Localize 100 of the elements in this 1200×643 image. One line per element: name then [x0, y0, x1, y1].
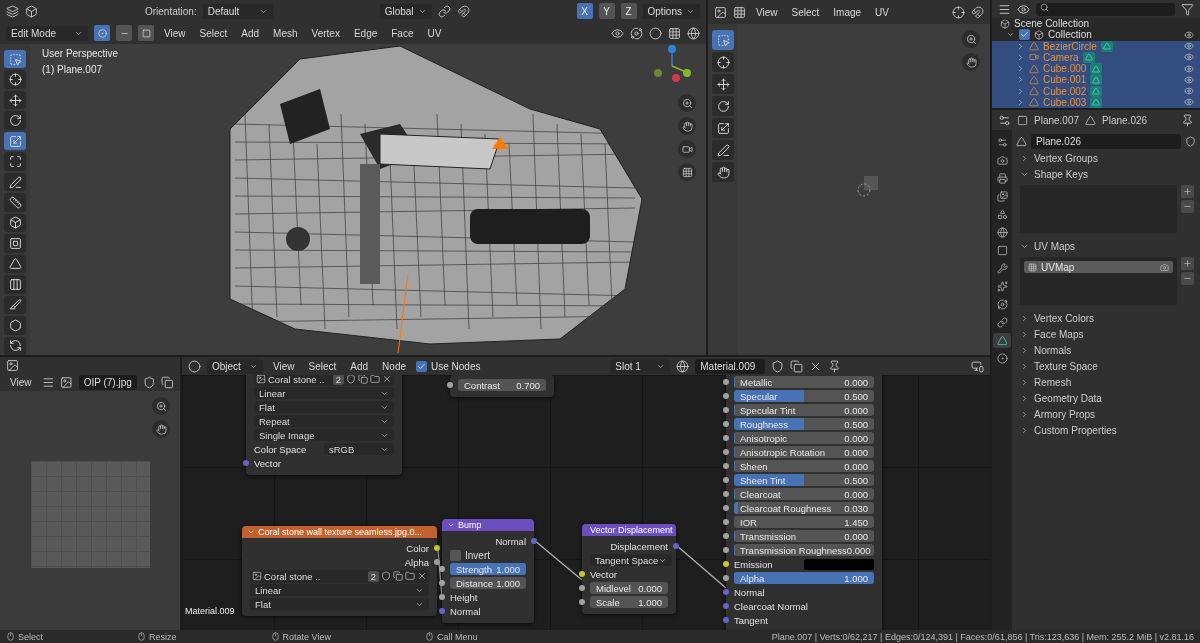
outliner-row[interactable]: BezierCircle: [992, 40, 1200, 52]
value-slider[interactable]: Roughness 0.500: [734, 418, 874, 430]
mesh-name: Plane.026: [1102, 114, 1148, 126]
menu-item[interactable]: UV: [871, 4, 893, 20]
dropdown[interactable]: Linear: [254, 387, 394, 399]
number-field[interactable]: IOR 1.450: [734, 516, 874, 528]
panel-header[interactable]: Texture Space: [1016, 359, 1196, 373]
orientation-label: Orientation:: [144, 5, 197, 17]
number-field[interactable]: Scale 1.000: [590, 596, 668, 608]
axis-toggle[interactable]: Y: [598, 3, 615, 19]
socket-label: Normal: [734, 586, 765, 598]
frame-label: Material.009: [185, 606, 235, 616]
panel-header[interactable]: UV Maps: [1016, 239, 1196, 253]
menu-item[interactable]: Image: [829, 4, 866, 20]
shader-node[interactable]: Contrast 0.700: [450, 375, 554, 397]
outliner-item[interactable]: Collection: [1048, 29, 1092, 41]
dropdown[interactable]: Flat: [250, 598, 429, 610]
outliner-item: Cube.001: [1043, 74, 1087, 86]
number-field[interactable]: Midlevel 0.000: [590, 582, 668, 594]
transform-dropdown[interactable]: Global: [379, 3, 432, 19]
use-nodes-checkbox[interactable]: Use Nodes: [416, 360, 481, 372]
view-menu[interactable]: View: [6, 374, 36, 390]
viewport-info: (1) Plane.007: [42, 64, 104, 75]
menu-item[interactable]: Node: [378, 358, 410, 374]
list-item[interactable]: UVMap: [1024, 261, 1173, 273]
value-slider[interactable]: Clearcoat 0.000: [734, 488, 874, 500]
socket-label: Alpha: [404, 556, 429, 568]
panel-header[interactable]: Geometry Data: [1016, 391, 1196, 405]
value-slider[interactable]: Anisotropic Rotation 0.000: [734, 446, 874, 458]
shader-node[interactable]: Bump Normal Invert Strength 1.000 Distance 1.000 Height Normal: [442, 519, 534, 623]
menu-item[interactable]: View: [269, 358, 299, 374]
dropdown[interactable]: Tangent Space: [590, 554, 673, 566]
dropdown[interactable]: Flat: [254, 401, 394, 413]
checkbox[interactable]: Invert: [450, 549, 490, 561]
value-slider[interactable]: Transmission 0.000: [734, 530, 874, 542]
orientation-dropdown[interactable]: Default: [202, 3, 273, 19]
node-title: Vector Displacement: [590, 525, 673, 535]
panel-header[interactable]: Normals: [1016, 343, 1196, 357]
menu-item[interactable]: View: [752, 4, 782, 20]
socket-label: Vector: [590, 568, 617, 580]
panel-header[interactable]: Face Maps: [1016, 327, 1196, 341]
dropdown[interactable]: Linear: [250, 584, 429, 596]
outliner-row[interactable]: Cube.002: [992, 85, 1200, 97]
menu-item[interactable]: Add: [237, 25, 264, 41]
slot-dropdown[interactable]: Slot 1: [610, 358, 671, 374]
panel-header[interactable]: Vertex Groups: [1016, 151, 1196, 165]
panel-header[interactable]: Vertex Colors: [1016, 311, 1196, 325]
menu-item[interactable]: UV: [423, 25, 446, 41]
shader-node[interactable]: Coral stone .. 2 Linear Flat Repeat Single Image Color Space sRGB Vector: [246, 375, 402, 475]
menu-item[interactable]: Face: [387, 25, 418, 41]
value-slider[interactable]: Strength 1.000: [450, 563, 526, 575]
value-slider[interactable]: Clearcoat Roughness 0.030: [734, 502, 874, 514]
viewport-info: User Perspective: [42, 48, 119, 59]
socket-label: Color: [406, 542, 429, 554]
value-slider[interactable]: Metallic 0.000: [734, 376, 874, 388]
status-hint: Call Menu: [424, 631, 478, 642]
status-hint: Rotate View: [270, 631, 331, 642]
menu-item[interactable]: Edge: [349, 25, 382, 41]
panel-header[interactable]: Armory Props: [1016, 407, 1196, 421]
number-field[interactable]: Contrast 0.700: [458, 379, 546, 391]
options-dropdown[interactable]: Options: [642, 3, 700, 19]
value-slider[interactable]: Alpha 1.000: [734, 572, 874, 584]
material-field[interactable]: Material.009: [695, 358, 766, 374]
value-slider[interactable]: Transmission Roughness0.000: [734, 544, 874, 556]
panel-header[interactable]: Custom Properties: [1016, 423, 1196, 437]
menu-item[interactable]: View: [160, 25, 190, 41]
socket-label: Vector: [254, 457, 281, 469]
shader-node[interactable]: Vector Displacement Displacement Tangent Space Vector Midlevel 0.000 Scale 1.000: [582, 524, 676, 614]
menu-item[interactable]: Add: [346, 358, 373, 374]
menu-item[interactable]: Vertex: [307, 25, 344, 41]
axis-toggle[interactable]: X: [576, 3, 593, 19]
number-field[interactable]: Distance 1.000: [450, 577, 526, 589]
panel-header[interactable]: Shape Keys: [1016, 167, 1196, 181]
mode-dropdown[interactable]: Edit Mode: [6, 25, 88, 41]
dropdown[interactable]: Single Image: [254, 429, 394, 441]
socket-label: Emission: [734, 558, 773, 570]
value-slider[interactable]: Sheen 0.000: [734, 460, 874, 472]
menu-item[interactable]: Select: [195, 25, 232, 41]
dropdown[interactable]: sRGB: [324, 443, 394, 455]
outliner-item[interactable]: Scene Collection: [1014, 18, 1090, 30]
shader-node[interactable]: Coral stone wall texture seamless.jpg.0... Color Alpha Coral stone .. 2 Linear Flat: [242, 526, 437, 616]
outliner-row[interactable]: Cube.000: [992, 63, 1200, 75]
datablock-field[interactable]: Plane.026: [1031, 134, 1181, 149]
image-selector[interactable]: Coral stone .. 2: [250, 569, 429, 583]
value-slider[interactable]: Specular 0.500: [734, 390, 874, 402]
image-name-field[interactable]: OIP (7).jpg: [78, 374, 137, 390]
outliner-item: Cube.002: [1043, 85, 1087, 97]
menu-item[interactable]: Select: [787, 4, 824, 20]
object-dropdown[interactable]: Object: [207, 358, 263, 374]
axis-toggle[interactable]: Z: [620, 3, 637, 19]
panel-header[interactable]: Remesh: [1016, 375, 1196, 389]
value-slider[interactable]: Sheen Tint 0.500: [734, 474, 874, 486]
socket-label: Normal: [495, 535, 526, 547]
menu-item[interactable]: Mesh: [269, 25, 302, 41]
outliner-row[interactable]: Cube.001: [992, 74, 1200, 86]
value-slider[interactable]: Anisotropic 0.000: [734, 432, 874, 444]
image-selector[interactable]: Coral stone .. 2: [254, 375, 394, 386]
value-slider[interactable]: Specular Tint 0.000: [734, 404, 874, 416]
menu-item[interactable]: Select: [304, 358, 341, 374]
dropdown[interactable]: Repeat: [254, 415, 394, 427]
